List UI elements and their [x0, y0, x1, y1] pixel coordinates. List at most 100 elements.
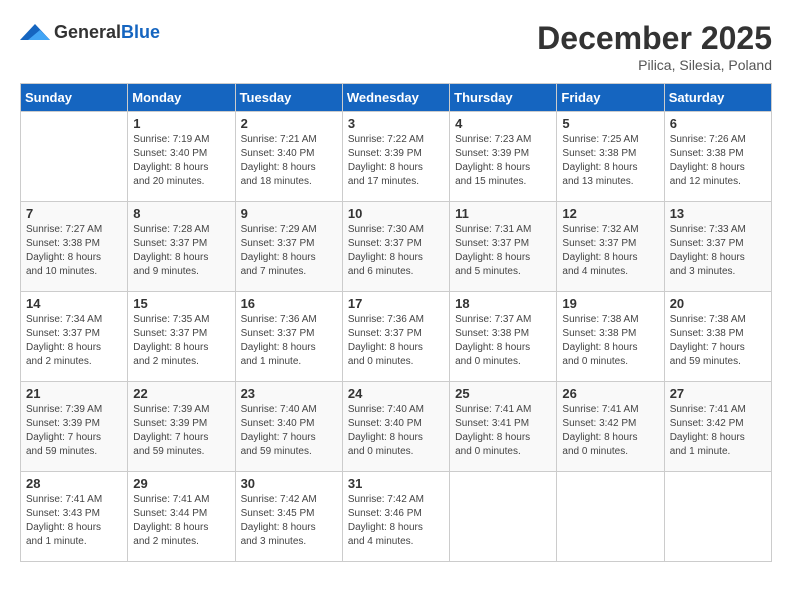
day-number: 8	[133, 206, 229, 221]
calendar-cell: 5 Sunrise: 7:25 AMSunset: 3:38 PMDaylight…	[557, 112, 664, 202]
day-number: 22	[133, 386, 229, 401]
day-number: 15	[133, 296, 229, 311]
day-number: 20	[670, 296, 766, 311]
calendar-cell: 27 Sunrise: 7:41 AMSunset: 3:42 PMDayligh…	[664, 382, 771, 472]
day-header-sunday: Sunday	[21, 84, 128, 112]
cell-info: Sunrise: 7:39 AMSunset: 3:39 PMDaylight:…	[26, 403, 122, 459]
cell-info: Sunrise: 7:29 AMSunset: 3:37 PMDaylight:…	[241, 223, 337, 279]
calendar-cell	[21, 112, 128, 202]
calendar-cell: 12 Sunrise: 7:32 AMSunset: 3:37 PMDayligh…	[557, 202, 664, 292]
calendar-cell: 29Sunrise: 7:41 AMSunset: 3:44 PMDayligh…	[128, 472, 235, 562]
cell-info: Sunrise: 7:42 AMSunset: 3:45 PMDaylight:…	[241, 493, 337, 549]
day-number: 19	[562, 296, 658, 311]
cell-info: Sunrise: 7:37 AMSunset: 3:38 PMDaylight:…	[455, 313, 551, 369]
cell-info: Sunrise: 7:21 AMSunset: 3:40 PMDaylight:…	[241, 133, 337, 189]
cell-info: Sunrise: 7:40 AMSunset: 3:40 PMDaylight:…	[348, 403, 444, 459]
day-number: 24	[348, 386, 444, 401]
calendar-week-1: 1 Sunrise: 7:19 AMSunset: 3:40 PMDaylight…	[21, 112, 772, 202]
calendar-week-3: 14 Sunrise: 7:34 AMSunset: 3:37 PMDayligh…	[21, 292, 772, 382]
day-header-wednesday: Wednesday	[342, 84, 449, 112]
cell-info: Sunrise: 7:40 AMSunset: 3:40 PMDaylight:…	[241, 403, 337, 459]
logo-icon	[20, 20, 50, 44]
logo: GeneralBlue	[20, 20, 160, 44]
calendar-cell: 1 Sunrise: 7:19 AMSunset: 3:40 PMDaylight…	[128, 112, 235, 202]
day-number: 29	[133, 476, 229, 491]
calendar-cell: 3 Sunrise: 7:22 AMSunset: 3:39 PMDaylight…	[342, 112, 449, 202]
cell-info: Sunrise: 7:34 AMSunset: 3:37 PMDaylight:…	[26, 313, 122, 369]
day-number: 5	[562, 116, 658, 131]
day-number: 26	[562, 386, 658, 401]
title-block: December 2025 Pilica, Silesia, Poland	[537, 20, 772, 73]
calendar-cell: 30 Sunrise: 7:42 AMSunset: 3:45 PMDayligh…	[235, 472, 342, 562]
calendar-cell: 17Sunrise: 7:36 AMSunset: 3:37 PMDayligh…	[342, 292, 449, 382]
calendar-cell: 25Sunrise: 7:41 AMSunset: 3:41 PMDayligh…	[450, 382, 557, 472]
calendar-cell: 11Sunrise: 7:31 AMSunset: 3:37 PMDayligh…	[450, 202, 557, 292]
day-number: 11	[455, 206, 551, 221]
calendar-cell: 14 Sunrise: 7:34 AMSunset: 3:37 PMDayligh…	[21, 292, 128, 382]
cell-info: Sunrise: 7:41 AMSunset: 3:43 PMDaylight:…	[26, 493, 122, 549]
day-header-monday: Monday	[128, 84, 235, 112]
calendar-cell: 4Sunrise: 7:23 AMSunset: 3:39 PMDaylight…	[450, 112, 557, 202]
calendar-cell: 6 Sunrise: 7:26 AMSunset: 3:38 PMDaylight…	[664, 112, 771, 202]
month-title: December 2025	[537, 20, 772, 57]
calendar-cell: 10 Sunrise: 7:30 AMSunset: 3:37 PMDayligh…	[342, 202, 449, 292]
day-number: 4	[455, 116, 551, 131]
calendar-cell: 28 Sunrise: 7:41 AMSunset: 3:43 PMDayligh…	[21, 472, 128, 562]
cell-info: Sunrise: 7:41 AMSunset: 3:42 PMDaylight:…	[670, 403, 766, 459]
logo-blue: Blue	[121, 22, 160, 42]
day-header-thursday: Thursday	[450, 84, 557, 112]
day-number: 27	[670, 386, 766, 401]
cell-info: Sunrise: 7:32 AMSunset: 3:37 PMDaylight:…	[562, 223, 658, 279]
calendar-cell: 8 Sunrise: 7:28 AMSunset: 3:37 PMDaylight…	[128, 202, 235, 292]
calendar-cell	[450, 472, 557, 562]
cell-info: Sunrise: 7:30 AMSunset: 3:37 PMDaylight:…	[348, 223, 444, 279]
cell-info: Sunrise: 7:38 AMSunset: 3:38 PMDaylight:…	[562, 313, 658, 369]
cell-info: Sunrise: 7:26 AMSunset: 3:38 PMDaylight:…	[670, 133, 766, 189]
calendar-week-4: 21Sunrise: 7:39 AMSunset: 3:39 PMDayligh…	[21, 382, 772, 472]
day-header-tuesday: Tuesday	[235, 84, 342, 112]
cell-info: Sunrise: 7:38 AMSunset: 3:38 PMDaylight:…	[670, 313, 766, 369]
calendar-cell: 9Sunrise: 7:29 AMSunset: 3:37 PMDaylight…	[235, 202, 342, 292]
calendar-cell: 31 Sunrise: 7:42 AMSunset: 3:46 PMDayligh…	[342, 472, 449, 562]
calendar-cell: 15 Sunrise: 7:35 AMSunset: 3:37 PMDayligh…	[128, 292, 235, 382]
calendar-cell: 18Sunrise: 7:37 AMSunset: 3:38 PMDayligh…	[450, 292, 557, 382]
calendar-week-2: 7Sunrise: 7:27 AMSunset: 3:38 PMDaylight…	[21, 202, 772, 292]
calendar-cell	[664, 472, 771, 562]
cell-info: Sunrise: 7:42 AMSunset: 3:46 PMDaylight:…	[348, 493, 444, 549]
cell-info: Sunrise: 7:22 AMSunset: 3:39 PMDaylight:…	[348, 133, 444, 189]
calendar-cell: 20 Sunrise: 7:38 AMSunset: 3:38 PMDayligh…	[664, 292, 771, 382]
cell-info: Sunrise: 7:19 AMSunset: 3:40 PMDaylight:…	[133, 133, 229, 189]
day-number: 10	[348, 206, 444, 221]
day-number: 6	[670, 116, 766, 131]
calendar-cell: 23Sunrise: 7:40 AMSunset: 3:40 PMDayligh…	[235, 382, 342, 472]
day-number: 28	[26, 476, 122, 491]
day-number: 14	[26, 296, 122, 311]
day-number: 3	[348, 116, 444, 131]
calendar-week-5: 28 Sunrise: 7:41 AMSunset: 3:43 PMDayligh…	[21, 472, 772, 562]
cell-info: Sunrise: 7:28 AMSunset: 3:37 PMDaylight:…	[133, 223, 229, 279]
cell-info: Sunrise: 7:33 AMSunset: 3:37 PMDaylight:…	[670, 223, 766, 279]
page-header: GeneralBlue December 2025 Pilica, Silesi…	[20, 20, 772, 73]
calendar-cell: 7Sunrise: 7:27 AMSunset: 3:38 PMDaylight…	[21, 202, 128, 292]
calendar-header-row: SundayMondayTuesdayWednesdayThursdayFrid…	[21, 84, 772, 112]
calendar-cell: 16Sunrise: 7:36 AMSunset: 3:37 PMDayligh…	[235, 292, 342, 382]
cell-info: Sunrise: 7:25 AMSunset: 3:38 PMDaylight:…	[562, 133, 658, 189]
day-number: 2	[241, 116, 337, 131]
location: Pilica, Silesia, Poland	[537, 57, 772, 73]
day-number: 17	[348, 296, 444, 311]
day-number: 31	[348, 476, 444, 491]
calendar-cell: 19 Sunrise: 7:38 AMSunset: 3:38 PMDayligh…	[557, 292, 664, 382]
day-number: 12	[562, 206, 658, 221]
cell-info: Sunrise: 7:41 AMSunset: 3:42 PMDaylight:…	[562, 403, 658, 459]
logo-general: General	[54, 22, 121, 42]
calendar-table: SundayMondayTuesdayWednesdayThursdayFrid…	[20, 83, 772, 562]
calendar-cell: 13Sunrise: 7:33 AMSunset: 3:37 PMDayligh…	[664, 202, 771, 292]
calendar-cell: 24 Sunrise: 7:40 AMSunset: 3:40 PMDayligh…	[342, 382, 449, 472]
calendar-cell: 26 Sunrise: 7:41 AMSunset: 3:42 PMDayligh…	[557, 382, 664, 472]
day-number: 7	[26, 206, 122, 221]
cell-info: Sunrise: 7:41 AMSunset: 3:41 PMDaylight:…	[455, 403, 551, 459]
calendar-body: 1 Sunrise: 7:19 AMSunset: 3:40 PMDaylight…	[21, 112, 772, 562]
day-number: 1	[133, 116, 229, 131]
day-number: 30	[241, 476, 337, 491]
cell-info: Sunrise: 7:35 AMSunset: 3:37 PMDaylight:…	[133, 313, 229, 369]
